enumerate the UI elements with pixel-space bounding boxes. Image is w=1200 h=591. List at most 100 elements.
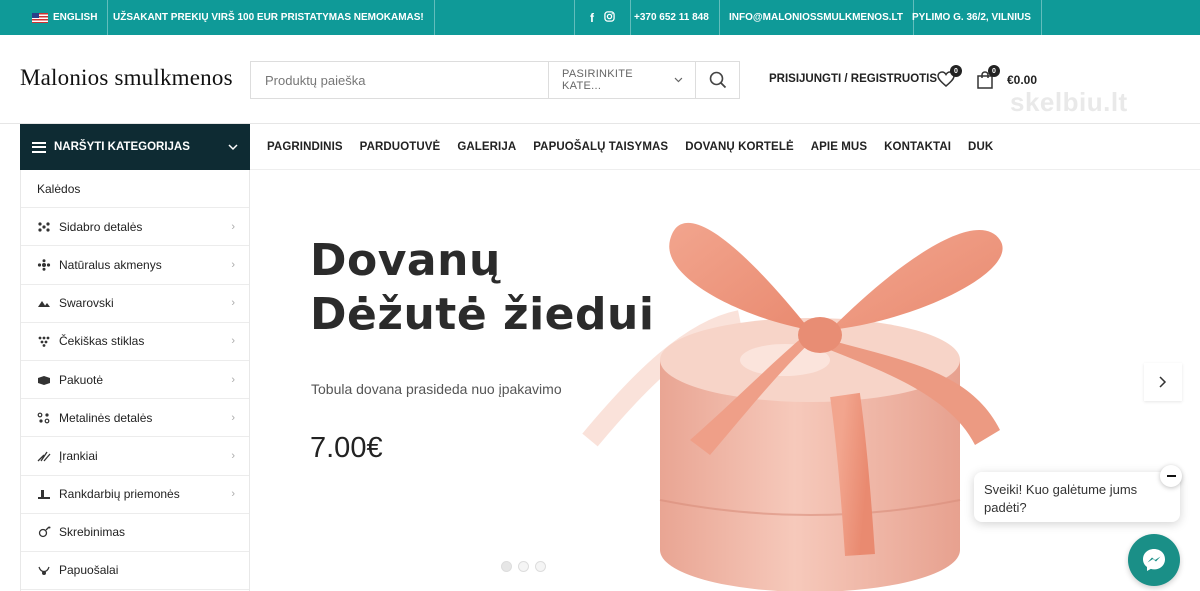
category-select[interactable]: PASIRINKITE KATE... <box>548 62 695 98</box>
main-nav: PAGRINDINIS PARDUOTUVĖ GALERIJA PAPUOŠAL… <box>267 124 1010 170</box>
promo-label: UŽSAKANT PREKIŲ VIRŠ 100 EUR PRISTATYMAS… <box>113 12 424 23</box>
messenger-icon <box>1143 549 1165 571</box>
top-bar: ENGLISH UŽSAKANT PREKIŲ VIRŠ 100 EUR PRI… <box>0 0 1200 35</box>
chevron-right-icon: › <box>231 488 235 501</box>
category-label: Metalinės detalės <box>59 410 153 425</box>
us-flag-icon <box>32 12 48 23</box>
category-item-jewelry[interactable]: Papuošalai <box>21 552 249 591</box>
search-icon <box>709 71 726 89</box>
category-label: Čekiškas stiklas <box>59 334 145 349</box>
beads-icon <box>36 221 52 233</box>
nav-item-jewelry-repair[interactable]: PAPUOŠALŲ TAISYMAS <box>533 141 668 153</box>
wishlist-button[interactable]: 0 <box>937 65 962 92</box>
login-link[interactable]: PRISIJUNGTI / REGISTRUOTIS <box>769 73 937 85</box>
phone-label: +370 652 11 848 <box>634 12 709 23</box>
category-item-silver-parts[interactable]: Sidabro detalės › <box>21 208 249 247</box>
search-button[interactable] <box>695 62 739 98</box>
browse-categories-toggle[interactable]: NARŠYTI KATEGORIJAS <box>20 124 250 170</box>
nav-item-gallery[interactable]: GALERIJA <box>457 141 516 153</box>
category-item-packaging[interactable]: Pakuotė › <box>21 361 249 400</box>
chat-greeting[interactable]: Sveiki! Kuo galėtume jums padėti? <box>974 472 1180 522</box>
slider-next-button[interactable] <box>1144 363 1182 401</box>
chat-close-button[interactable] <box>1160 465 1182 487</box>
category-item-czech-glass[interactable]: Čekiškas stiklas › <box>21 323 249 361</box>
wishlist-count-badge: 0 <box>950 65 962 77</box>
category-label: Skrebinimas <box>59 525 126 540</box>
chevron-right-icon: › <box>231 449 235 462</box>
chevron-down-icon <box>674 77 683 83</box>
hero-title-line1: Dovanų <box>310 235 501 286</box>
category-label: Pakuotė <box>59 372 104 387</box>
category-label: Rankdarbių priemonės <box>59 487 180 502</box>
watermark-text: skelbiu.lt <box>1010 87 1128 117</box>
nav-item-faq[interactable]: DUK <box>968 141 993 153</box>
language-label: ENGLISH <box>53 12 98 23</box>
category-label: Įrankiai <box>59 448 98 463</box>
email-label: INFO@MALONIOSSMULKMENOS.LT <box>729 12 903 23</box>
chevron-right-icon: › <box>231 220 235 233</box>
cart-count-badge: 0 <box>988 65 1000 77</box>
address-link[interactable]: PYLIMO G. 36/2, VILNIUS <box>902 0 1042 35</box>
site-logo[interactable]: Malonios smulkmenos <box>20 65 233 91</box>
slider-dot[interactable] <box>518 561 529 572</box>
search-form: PASIRINKITE KATE... <box>250 61 740 99</box>
category-list: Kalėdos Sidabro detalės › Natūralus akme… <box>20 170 250 591</box>
metal-parts-icon <box>36 412 52 424</box>
cart-total[interactable]: €0.00 <box>1007 73 1037 87</box>
chevron-right-icon <box>1159 376 1167 388</box>
facebook-icon[interactable]: f <box>590 11 594 25</box>
hero-title-line2: Dėžutė žiedui <box>310 289 655 340</box>
promo-text: UŽSAKANT PREKIŲ VIRŠ 100 EUR PRISTATYMAS… <box>103 0 435 35</box>
site-header: Malonios smulkmenos PASIRINKITE KATE... … <box>0 35 1200 124</box>
nav-item-gift-card[interactable]: DOVANŲ KORTELĖ <box>685 141 794 153</box>
hamburger-icon <box>32 139 46 155</box>
hero-title: Dovanų Dėžutė žiedui <box>310 234 654 342</box>
nav-item-home[interactable]: PAGRINDINIS <box>267 141 343 153</box>
messenger-button[interactable] <box>1128 534 1180 586</box>
nav-item-contacts[interactable]: KONTAKTAI <box>884 141 951 153</box>
category-label: Kalėdos <box>37 181 81 196</box>
crystal-icon <box>36 297 52 309</box>
category-item-scrapbooking[interactable]: Skrebinimas <box>21 514 249 552</box>
category-item-craft-supplies[interactable]: Rankdarbių priemonės › <box>21 476 249 514</box>
slider-pagination <box>501 561 552 572</box>
minus-icon <box>1166 475 1176 477</box>
hero-slider: Dovanų Dėžutė žiedui Tobula dovana prasid… <box>250 170 1200 591</box>
jewelry-icon <box>36 564 52 576</box>
cart-button[interactable]: 0 <box>977 65 1000 94</box>
category-item-natural-stones[interactable]: Natūralus akmenys › <box>21 246 249 285</box>
email-link[interactable]: INFO@MALONIOSSMULKMENOS.LT <box>719 0 914 35</box>
category-label: Swarovski <box>59 296 114 311</box>
phone-link[interactable]: +370 652 11 848 <box>624 0 720 35</box>
stones-icon <box>36 259 52 271</box>
instagram-icon[interactable] <box>604 10 615 25</box>
chevron-right-icon: › <box>231 297 235 310</box>
address-label: PYLIMO G. 36/2, VILNIUS <box>912 12 1031 23</box>
browse-categories-label: NARŠYTI KATEGORIJAS <box>54 141 190 153</box>
nav-item-shop[interactable]: PARDUOTUVĖ <box>360 141 441 153</box>
chevron-right-icon: › <box>231 258 235 271</box>
chevron-right-icon: › <box>231 335 235 348</box>
category-item-metal-parts[interactable]: Metalinės detalės › <box>21 399 249 438</box>
scrapbook-icon <box>36 526 52 538</box>
tools-icon <box>36 450 52 462</box>
craft-icon <box>36 488 52 500</box>
chevron-right-icon: › <box>231 411 235 424</box>
chevron-down-icon <box>228 143 238 150</box>
nav-item-about[interactable]: APIE MUS <box>811 141 867 153</box>
slider-dot[interactable] <box>535 561 546 572</box>
box-icon <box>36 374 52 386</box>
slider-dot[interactable] <box>501 561 512 572</box>
hero-subtitle: Tobula dovana prasideda nuo įpakavimo <box>311 381 562 397</box>
hero-price: 7.00€ <box>310 432 383 464</box>
category-label: Natūralus akmenys <box>59 257 162 272</box>
category-item-christmas[interactable]: Kalėdos <box>21 170 249 209</box>
glass-beads-icon <box>36 335 52 348</box>
language-switcher[interactable]: ENGLISH <box>22 0 109 35</box>
chevron-right-icon: › <box>231 373 235 386</box>
category-label: Sidabro detalės <box>59 219 143 234</box>
social-links: f <box>574 0 631 35</box>
category-item-tools[interactable]: Įrankiai › <box>21 437 249 476</box>
search-input[interactable] <box>251 62 548 98</box>
category-item-swarovski[interactable]: Swarovski › <box>21 285 249 323</box>
